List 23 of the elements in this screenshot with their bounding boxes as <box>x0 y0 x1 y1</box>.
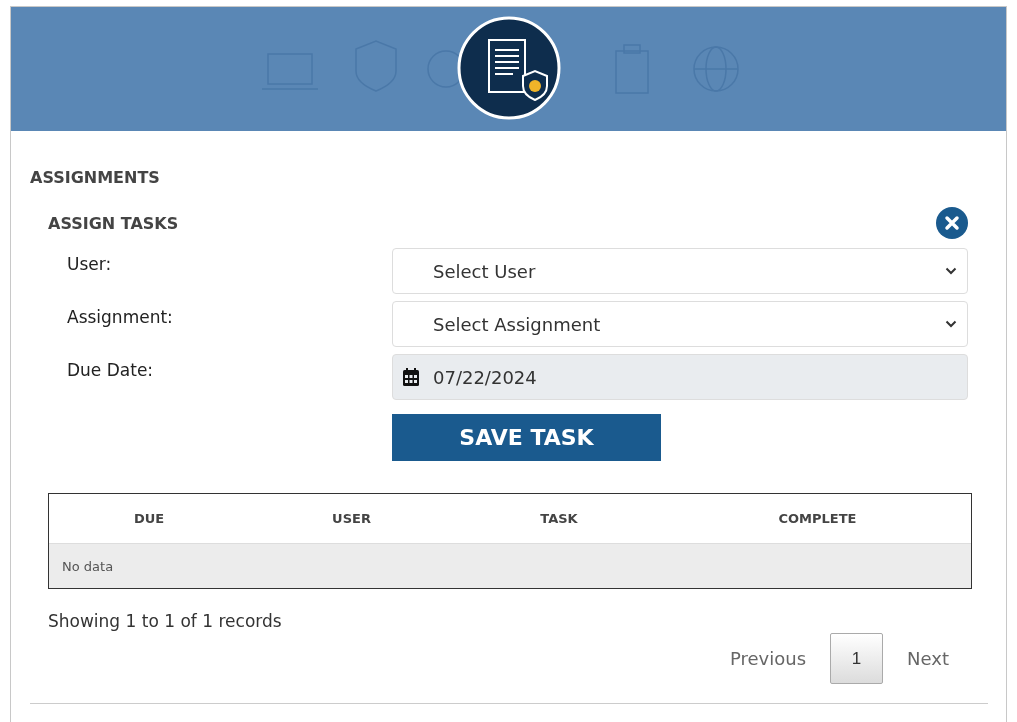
next-link[interactable]: Next <box>907 648 949 669</box>
empty-message: No data <box>62 558 114 574</box>
select-field[interactable]: Select Assignment <box>392 301 968 347</box>
column-header[interactable]: TASK <box>454 511 664 526</box>
close-icon[interactable] <box>936 207 968 239</box>
field-label: User: <box>67 253 113 276</box>
document-shield-icon <box>456 16 561 120</box>
calendar-icon <box>403 368 419 386</box>
column-header[interactable]: COMPLETE <box>664 511 971 526</box>
chevron-down-icon <box>945 320 957 328</box>
column-header[interactable]: USER <box>249 511 454 526</box>
field-label: Assignment: <box>67 306 174 329</box>
chevron-down-icon <box>945 267 957 275</box>
save-task-button[interactable]: SAVE TASK <box>392 414 661 461</box>
page-button[interactable]: 1 <box>830 633 884 684</box>
records-summary: Showing 1 to 1 of 1 records <box>48 611 283 631</box>
date-field[interactable]: 07/22/2024 <box>392 354 968 400</box>
previous-link[interactable]: Previous <box>730 648 807 669</box>
section-title: ASSIGNMENTS <box>30 168 161 187</box>
column-header[interactable]: DUE <box>49 511 249 526</box>
select-field[interactable]: Select User <box>392 248 968 294</box>
field-label: Due Date: <box>67 359 155 382</box>
panel-title: ASSIGN TASKS <box>48 213 179 233</box>
